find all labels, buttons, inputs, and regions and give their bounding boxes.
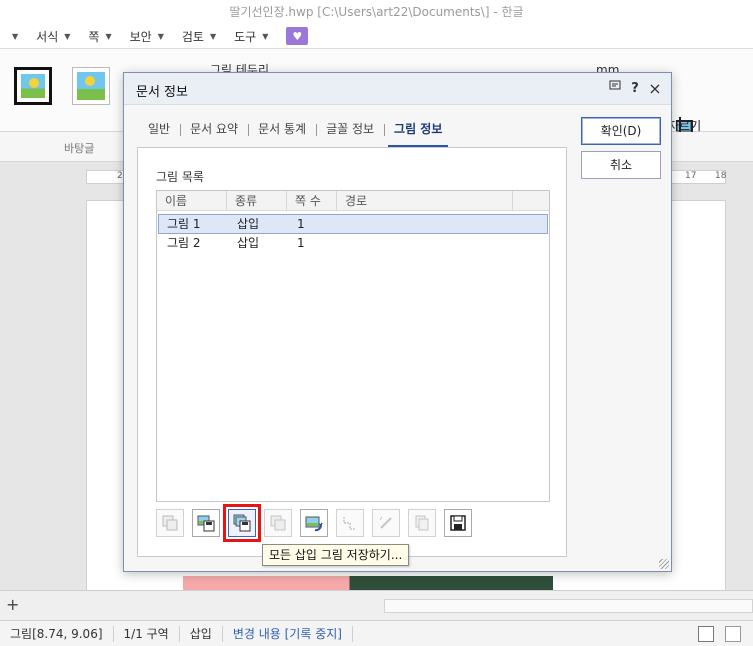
close-icon[interactable]: × [646, 80, 664, 98]
replace-picture-button[interactable] [300, 509, 328, 537]
ruler-number: 17 [685, 171, 697, 181]
dialog-titlebar[interactable]: 문서 정보 ? × [124, 73, 671, 105]
dialog-tabs: 일반 문서 요약 문서 통계 글꼴 정보 그림 정보 [138, 115, 452, 147]
dialog-title: 문서 정보 [136, 85, 188, 100]
tulip-icon: ♥ [292, 29, 303, 43]
save-selected-picture-icon [197, 515, 215, 532]
cell-type: 삽입 [237, 236, 260, 250]
menu-review-label: 검토 [181, 29, 204, 44]
help-icon[interactable]: ? [626, 80, 644, 98]
save-selected-picture-button[interactable] [192, 509, 220, 537]
menu-review[interactable]: 검토 ▼ [182, 28, 216, 45]
menu-format[interactable]: 서식 ▼ [36, 28, 70, 45]
column-header-name[interactable]: 이름 [157, 191, 227, 211]
picture-info-panel: 그림 목록 이름 종류 쪽 수 경로 그림 1 삽입 1 그림 2 삽입 1 모… [137, 147, 567, 566]
ruler-number: 18 [715, 171, 727, 181]
tab-general[interactable]: 일반 [138, 115, 180, 145]
copy-to-clipboard-icon [415, 515, 429, 531]
save-button[interactable] [444, 509, 472, 537]
edit-picture-button[interactable] [372, 509, 400, 537]
cell-page: 1 [297, 236, 305, 250]
table-row[interactable]: 그림 1 삽입 1 [158, 214, 548, 234]
column-header-type[interactable]: 종류 [227, 191, 287, 211]
menu-security[interactable]: 보안 ▼ [130, 28, 164, 45]
menu-security-label: 보안 [129, 29, 152, 44]
picture-path-icon [343, 517, 356, 530]
status-bar: 그림[8.74, 9.06] 1/1 구역 삽입 변경 내용 [기록 중지] [0, 620, 753, 646]
picture-style-thumbnail-black-border[interactable] [14, 67, 52, 105]
tooltip: 모든 삽입 그림 저장하기... [262, 544, 410, 566]
chevron-down-icon: ▼ [262, 31, 269, 41]
edit-picture-icon [379, 516, 392, 529]
document-tab-bar: + [0, 590, 753, 620]
floppy-save-icon [450, 515, 466, 531]
table-row[interactable]: 그림 2 삽입 1 [158, 234, 548, 254]
picture-list[interactable]: 이름 종류 쪽 수 경로 그림 1 삽입 1 그림 2 삽입 1 [156, 190, 550, 502]
resize-grip[interactable] [659, 559, 669, 569]
menu-tools[interactable]: 도구 ▼ [234, 28, 268, 45]
tab-picture-info[interactable]: 그림 정보 [384, 115, 452, 147]
chevron-down-icon: ▼ [64, 31, 71, 41]
copy-to-clipboard-button[interactable] [408, 509, 436, 537]
style-select[interactable]: 바탕글 [64, 140, 94, 156]
cell-page: 1 [297, 217, 305, 231]
column-header-page[interactable]: 쪽 수 [287, 191, 337, 211]
add-tab-icon[interactable]: + [6, 595, 19, 614]
tab-doc-stats[interactable]: 문서 통계 [248, 115, 316, 145]
save-all-inserted-pictures-button[interactable] [223, 504, 261, 542]
window-title: 딸기선인장.hwp [C:\Users\art22\Documents\] - … [0, 0, 753, 24]
fit-width-icon[interactable] [725, 626, 741, 642]
menu-page[interactable]: 쪽 ▼ [88, 28, 111, 45]
page-view-icon[interactable] [698, 626, 714, 642]
copy-picture-icon [270, 515, 286, 531]
list-header: 이름 종류 쪽 수 경로 [157, 191, 549, 211]
menu-caret-lead[interactable]: ▼ [6, 32, 18, 41]
chevron-down-icon: ▼ [105, 31, 112, 41]
document-info-dialog: 문서 정보 ? × 일반 문서 요약 문서 통계 글꼴 정보 그림 정보 그림 … [123, 72, 672, 572]
chevron-down-icon: ▼ [12, 31, 19, 41]
save-picture-icon [162, 515, 178, 531]
picture-path-button[interactable] [336, 509, 364, 537]
save-all-inserted-pictures-icon [233, 514, 251, 532]
status-section: 1/1 구역 [114, 625, 180, 642]
copy-picture-button[interactable] [264, 509, 292, 537]
status-picture-position: 그림[8.74, 9.06] [0, 625, 114, 642]
cancel-button[interactable]: 취소 [581, 151, 661, 179]
chevron-down-icon: ▼ [209, 31, 217, 41]
picture-list-label: 그림 목록 [156, 170, 204, 184]
menu-format-label: 서식 [36, 29, 59, 44]
save-picture-button[interactable] [156, 509, 184, 537]
comment-icon[interactable] [606, 80, 624, 98]
status-insert-mode[interactable]: 삽입 [180, 625, 223, 642]
status-track-changes[interactable]: 변경 내용 [기록 중지] [223, 625, 353, 642]
tab-doc-summary[interactable]: 문서 요약 [180, 115, 248, 145]
cell-type: 삽입 [237, 217, 260, 231]
cell-name: 그림 1 [167, 217, 201, 231]
ok-button[interactable]: 확인(D) [581, 117, 661, 145]
menubar: ▼ 서식 ▼ 쪽 ▼ 보안 ▼ 검토 ▼ 도구 ▼ ♥ [0, 24, 753, 48]
ruler-number: 2 [117, 171, 123, 181]
tab-font-info[interactable]: 글꼴 정보 [316, 115, 384, 145]
plugin-menu-button[interactable]: ♥ [286, 27, 309, 45]
horizontal-scrollbar[interactable] [384, 599, 753, 613]
menu-tools-label: 도구 [234, 29, 257, 44]
menu-page-label: 쪽 [88, 29, 100, 44]
chevron-down-icon: ▼ [157, 31, 164, 41]
column-header-path[interactable]: 경로 [337, 191, 513, 211]
replace-picture-icon [305, 516, 323, 532]
cell-name: 그림 2 [167, 236, 201, 250]
picture-style-thumbnail-plain[interactable] [72, 67, 110, 105]
picture-action-toolbar [156, 504, 480, 542]
